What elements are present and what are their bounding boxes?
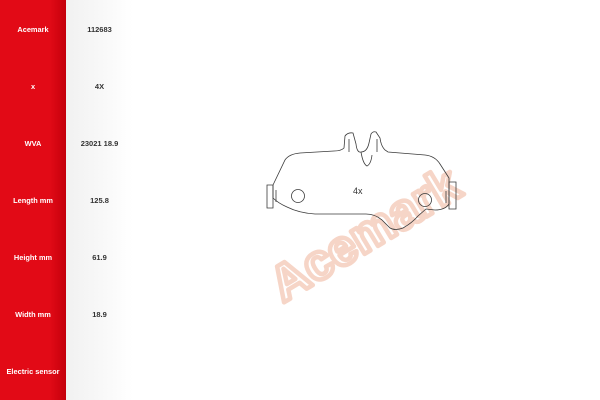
spec-row-length: Length mm 125.8 xyxy=(0,171,133,229)
spec-label: Electric sensor xyxy=(0,342,66,400)
spec-value: 4X xyxy=(66,57,133,115)
spec-label: Height mm xyxy=(0,228,66,286)
spec-value: 61.9 xyxy=(66,228,133,286)
spec-row-acemark: Acemark 112683 xyxy=(0,0,133,58)
spec-label: Width mm xyxy=(0,285,66,343)
product-spec-page: Acemark 112683 x 4X WVA 23021 18.9 Lengt… xyxy=(0,0,600,400)
acemark-watermark: Acemark xyxy=(258,153,473,314)
spec-value: 23021 18.9 xyxy=(66,114,133,172)
spec-label: x xyxy=(0,57,66,115)
spec-row-width: Width mm 18.9 xyxy=(0,285,133,343)
quantity-mark: 4x xyxy=(353,186,363,196)
brake-pad-drawing: Acemark 4x xyxy=(258,131,473,315)
spec-label: WVA xyxy=(0,114,66,172)
spec-value xyxy=(66,342,133,400)
spec-value: 112683 xyxy=(66,0,133,58)
spec-label: Acemark xyxy=(0,0,66,58)
spec-table: Acemark 112683 x 4X WVA 23021 18.9 Lengt… xyxy=(0,0,133,400)
spec-row-electric-sensor: Electric sensor xyxy=(0,342,133,400)
spec-value: 18.9 xyxy=(66,285,133,343)
spec-label: Length mm xyxy=(0,171,66,229)
spec-row-quantity: x 4X xyxy=(0,57,133,115)
spec-value: 125.8 xyxy=(66,171,133,229)
svg-text:Acemark: Acemark xyxy=(260,156,470,313)
spec-row-height: Height mm 61.9 xyxy=(0,228,133,286)
spec-row-wva: WVA 23021 18.9 xyxy=(0,114,133,172)
